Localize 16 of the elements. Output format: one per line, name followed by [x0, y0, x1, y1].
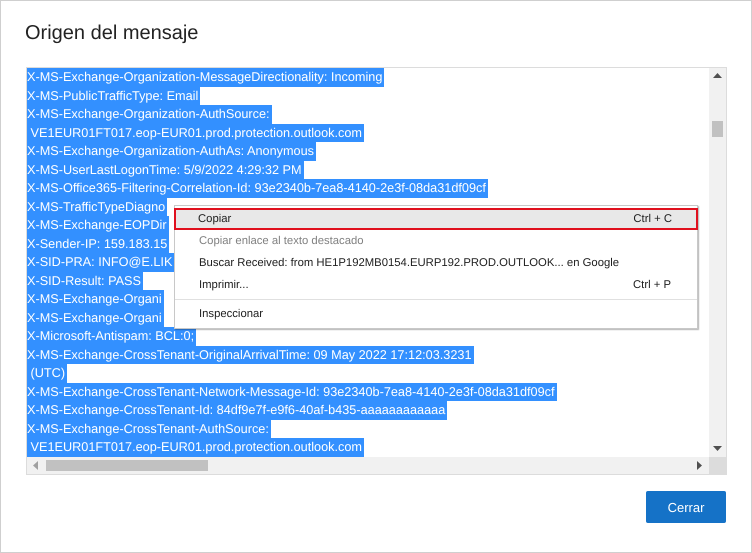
menu-item[interactable]: Copiar Ctrl + C	[174, 208, 698, 230]
scroll-up-icon[interactable]	[713, 73, 722, 79]
scroll-right-icon[interactable]	[697, 461, 703, 470]
shortcut-label: Ctrl + C	[633, 213, 672, 225]
shortcut-label: Ctrl + P	[633, 279, 671, 291]
dialog-title: Origen del mensaje	[24, 21, 200, 46]
menu-item[interactable]: Inspeccionar	[175, 303, 697, 325]
vertical-scrollbar[interactable]	[709, 68, 726, 457]
horizontal-scrollbar[interactable]	[27, 457, 709, 474]
scroll-down-icon[interactable]	[713, 446, 722, 452]
scrollbar-thumb[interactable]	[46, 460, 208, 471]
scroll-left-icon[interactable]	[33, 461, 39, 470]
scrollbar-thumb[interactable]	[712, 121, 723, 137]
menu-item[interactable]: Buscar Received: from HE1P192MB0154.EURP192.PROD.OUTLOOK... en Google	[175, 252, 697, 274]
menu-item[interactable]: Imprimir... Ctrl + P	[175, 274, 697, 296]
close-button[interactable]: Cerrar	[646, 491, 726, 523]
